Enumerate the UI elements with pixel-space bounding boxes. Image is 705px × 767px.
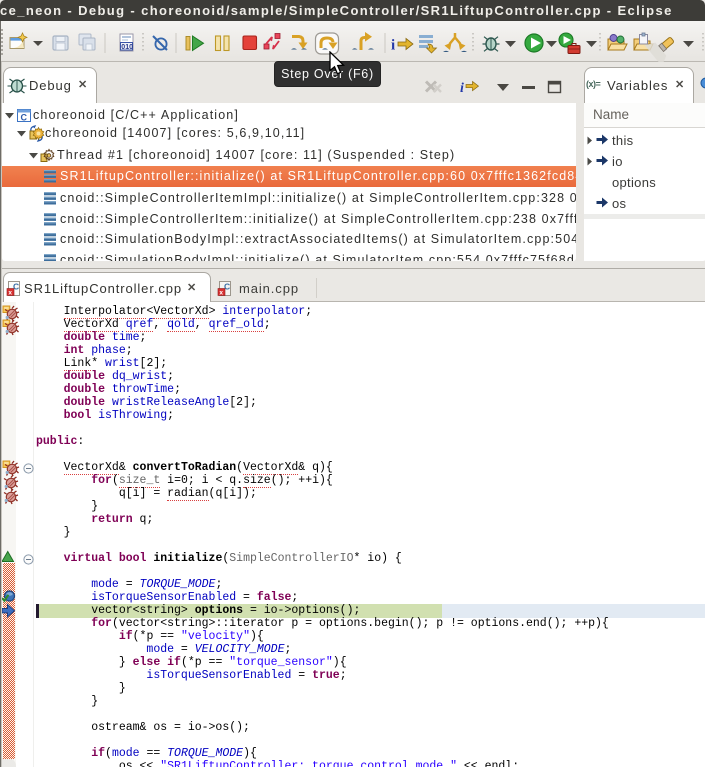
svg-text:i: i [391,38,395,54]
svg-text:010: 010 [121,44,133,51]
svg-text:i: i [460,81,464,96]
svg-text:C: C [21,112,29,122]
svg-text:x: x [219,289,223,296]
svg-text:x: x [8,289,12,296]
